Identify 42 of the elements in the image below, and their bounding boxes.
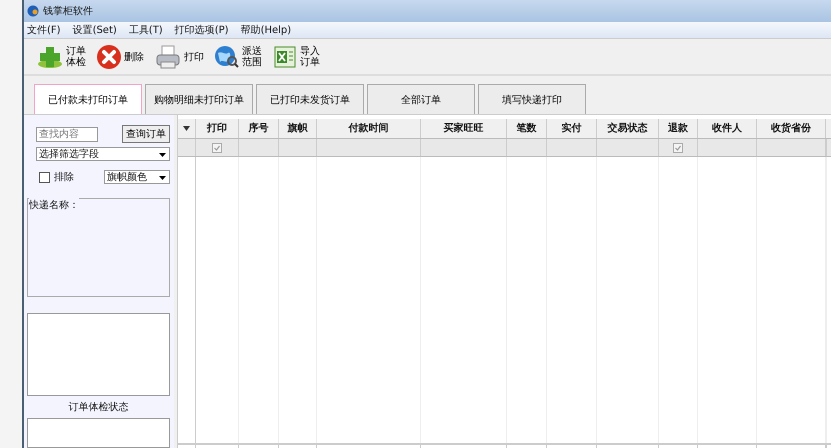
globe-search-icon: [214, 44, 240, 70]
column-menu-icon[interactable]: [183, 126, 190, 131]
menu-item[interactable]: 文件(F): [27, 23, 61, 37]
window-title: 钱掌柜软件: [43, 4, 93, 18]
menu-item[interactable]: 打印选项(P): [174, 23, 229, 37]
column-header[interactable]: 付款时间: [317, 119, 421, 138]
column-header[interactable]: 打印: [196, 119, 239, 138]
group-title: 快递名称：: [29, 198, 79, 212]
column-header[interactable]: 旗帜: [279, 119, 317, 138]
list-box[interactable]: [27, 312, 170, 396]
spreadsheet-icon: [272, 44, 298, 70]
tab[interactable]: 已打印未发货订单: [256, 84, 364, 114]
toolbar-button[interactable]: 删除: [96, 44, 144, 70]
plus-icon: [36, 44, 64, 70]
app-icon: [27, 5, 39, 17]
tab[interactable]: 已付款未打印订单: [34, 84, 142, 114]
menu-item[interactable]: 设置(Set): [72, 23, 117, 37]
printer-icon: [154, 44, 182, 70]
column-header[interactable]: 退款: [659, 119, 698, 138]
column-header[interactable]: 买家旺旺: [421, 119, 507, 138]
search-button[interactable]: 查询订单: [122, 125, 170, 143]
column-header[interactable]: 收货省份: [757, 119, 826, 138]
column-header[interactable]: 序号: [239, 119, 279, 138]
color-dropdown[interactable]: 旗帜颜色: [104, 170, 170, 184]
toolbar-button[interactable]: 导入 订单: [272, 44, 320, 70]
exclude-checkbox[interactable]: 排除: [39, 170, 74, 184]
toolbar-button[interactable]: 派送 范围: [214, 44, 262, 70]
toolbar-button[interactable]: 订单 体检: [36, 44, 86, 70]
tab[interactable]: 全部订单: [367, 84, 475, 114]
tab[interactable]: 购物明细未打印订单: [145, 84, 253, 114]
field-dropdown[interactable]: 选择筛选字段: [36, 147, 170, 161]
menu-item[interactable]: 工具(T): [128, 23, 163, 37]
tab[interactable]: 填写快递打印: [478, 84, 586, 114]
status-label: 订单体检状态: [68, 400, 130, 414]
column-header[interactable]: 笔数: [507, 119, 547, 138]
column-header[interactable]: 交易状态: [597, 119, 659, 138]
search-field[interactable]: 查找内容: [36, 126, 98, 142]
toolbar-button[interactable]: 打印: [154, 44, 204, 70]
column-header[interactable]: 实付: [547, 119, 597, 138]
column-header[interactable]: 收件人: [698, 119, 757, 138]
delete-icon: [96, 44, 122, 70]
menu-item[interactable]: 帮助(Help): [240, 23, 292, 37]
